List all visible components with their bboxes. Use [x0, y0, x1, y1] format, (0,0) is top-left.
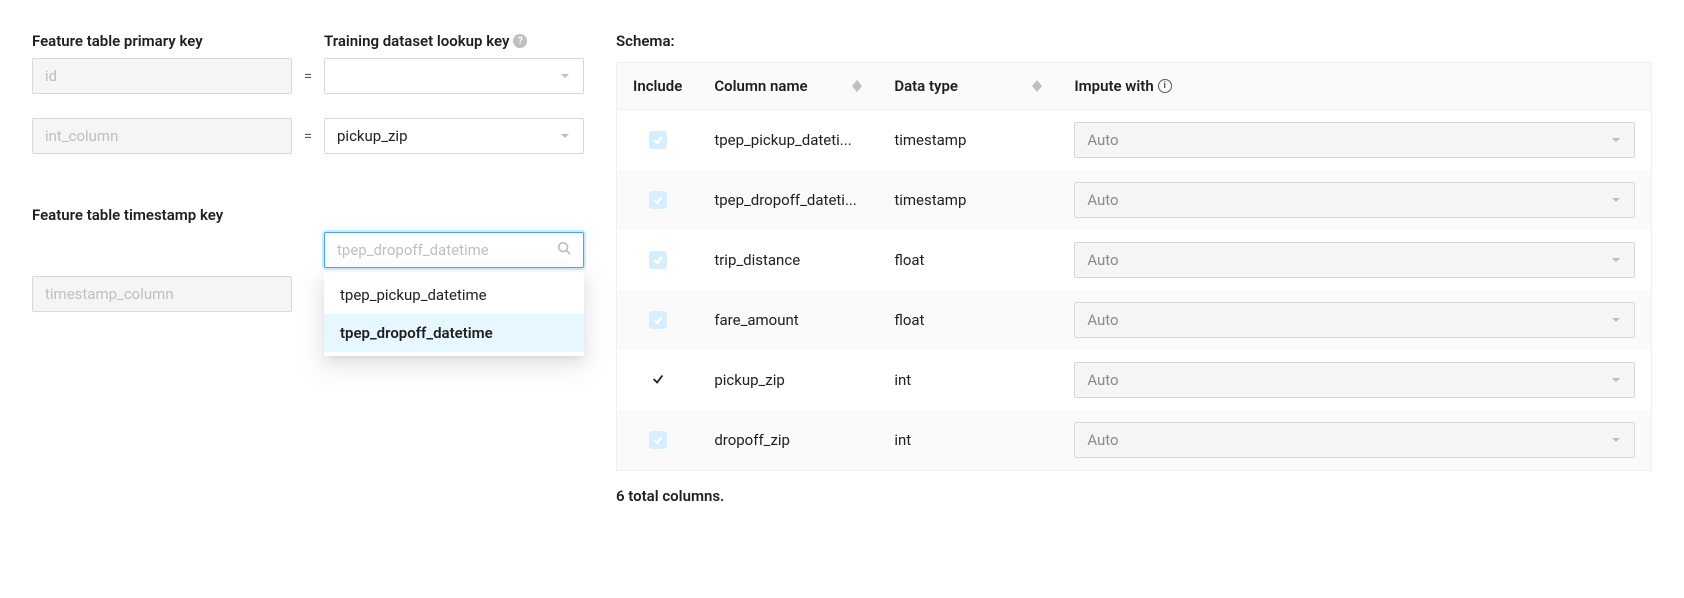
- schema-panel: Schema: Include Column name: [616, 32, 1652, 505]
- column-name-cell: trip_distance: [698, 230, 878, 290]
- impute-select[interactable]: Auto: [1074, 362, 1635, 398]
- impute-value: Auto: [1087, 131, 1118, 149]
- chevron-down-icon: [1610, 254, 1622, 266]
- chevron-down-icon: [559, 70, 571, 82]
- impute-select[interactable]: Auto: [1074, 302, 1635, 338]
- lookup-key-label-text: Training dataset lookup key: [324, 32, 509, 50]
- table-row: trip_distancefloat Auto: [617, 230, 1652, 290]
- lookup-key-select-1[interactable]: [324, 58, 584, 94]
- column-name-cell: pickup_zip: [698, 350, 878, 410]
- chevron-down-icon: [1610, 314, 1622, 326]
- timestamp-lookup-search[interactable]: tpep_dropoff_datetime: [324, 232, 584, 268]
- info-icon[interactable]: i: [1158, 79, 1172, 93]
- impute-value: Auto: [1087, 311, 1118, 329]
- include-cell[interactable]: [617, 290, 699, 350]
- lookup-key-label: Training dataset lookup key ?: [324, 32, 584, 50]
- schema-table: Include Column name Data: [616, 62, 1652, 471]
- timestamp-lookup-search-text: tpep_dropoff_datetime: [337, 241, 489, 259]
- include-cell[interactable]: [617, 230, 699, 290]
- checkbox-checked-icon: [649, 251, 667, 269]
- th-include: Include: [617, 63, 699, 110]
- include-cell[interactable]: [617, 110, 699, 171]
- chevron-down-icon: [1610, 134, 1622, 146]
- table-row: fare_amountfloat Auto: [617, 290, 1652, 350]
- primary-key-input-2: int_column: [32, 118, 292, 154]
- dropdown-option-1[interactable]: tpep_dropoff_datetime: [324, 314, 584, 352]
- heading-row-2: Feature table timestamp key: [32, 206, 592, 224]
- heading-row-1: Feature table primary key Training datas…: [32, 32, 592, 50]
- dropdown-option-0[interactable]: tpep_pickup_datetime: [324, 276, 584, 314]
- impute-cell: Auto: [1058, 350, 1651, 410]
- feature-mapping-panel: Feature table primary key Training datas…: [32, 32, 592, 505]
- checkbox-checked-icon: [649, 131, 667, 149]
- checkbox-checked-icon: [649, 431, 667, 449]
- timestamp-key-input-text: timestamp_column: [45, 285, 174, 303]
- column-name-cell: tpep_dropoff_dateti...: [698, 170, 878, 230]
- impute-value: Auto: [1087, 191, 1118, 209]
- include-cell[interactable]: [617, 170, 699, 230]
- mapping-row-2: int_column = pickup_zip: [32, 118, 592, 154]
- data-type-cell: timestamp: [878, 110, 1058, 171]
- primary-key-input-1: id: [32, 58, 292, 94]
- data-type-cell: int: [878, 410, 1058, 471]
- mapping-row-3: timestamp_column tpep_dropoff_datetime t…: [32, 232, 592, 356]
- sort-icon: [852, 80, 862, 92]
- impute-cell: Auto: [1058, 110, 1651, 171]
- chevron-down-icon: [559, 130, 571, 142]
- data-type-cell: float: [878, 230, 1058, 290]
- table-row: pickup_zipint Auto: [617, 350, 1652, 410]
- lookup-key-select-2-value: pickup_zip: [337, 127, 408, 145]
- table-row: dropoff_zipint Auto: [617, 410, 1652, 471]
- impute-select[interactable]: Auto: [1074, 182, 1635, 218]
- data-type-cell: timestamp: [878, 170, 1058, 230]
- sort-icon: [1032, 80, 1042, 92]
- impute-cell: Auto: [1058, 230, 1651, 290]
- impute-select[interactable]: Auto: [1074, 122, 1635, 158]
- impute-value: Auto: [1087, 371, 1118, 389]
- help-icon[interactable]: ?: [513, 34, 527, 48]
- th-data-type[interactable]: Data type: [878, 63, 1058, 110]
- impute-value: Auto: [1087, 431, 1118, 449]
- chevron-down-icon: [1610, 194, 1622, 206]
- search-icon: [557, 241, 571, 259]
- equals-sign: =: [292, 67, 324, 85]
- impute-select[interactable]: Auto: [1074, 422, 1635, 458]
- mapping-row-1: id =: [32, 58, 592, 94]
- primary-key-input-1-text: id: [45, 67, 57, 85]
- include-cell[interactable]: [617, 350, 699, 410]
- data-type-cell: int: [878, 350, 1058, 410]
- lookup-key-select-2[interactable]: pickup_zip: [324, 118, 584, 154]
- th-column-name[interactable]: Column name: [698, 63, 878, 110]
- impute-select[interactable]: Auto: [1074, 242, 1635, 278]
- primary-key-label: Feature table primary key: [32, 32, 292, 50]
- checkbox-checked-icon: [649, 191, 667, 209]
- checkbox-checked-icon: [649, 311, 667, 329]
- timestamp-key-input: timestamp_column: [32, 276, 292, 312]
- chevron-down-icon: [1610, 434, 1622, 446]
- data-type-cell: float: [878, 290, 1058, 350]
- column-name-cell: tpep_pickup_dateti...: [698, 110, 878, 171]
- timestamp-key-label: Feature table timestamp key: [32, 206, 292, 224]
- th-impute: Impute with i: [1058, 63, 1651, 110]
- total-columns-text: 6 total columns.: [616, 487, 1652, 505]
- column-name-cell: dropoff_zip: [698, 410, 878, 471]
- primary-key-input-2-text: int_column: [45, 127, 118, 145]
- column-name-cell: fare_amount: [698, 290, 878, 350]
- timestamp-dropdown: tpep_pickup_datetime tpep_dropoff_dateti…: [324, 272, 584, 356]
- impute-cell: Auto: [1058, 410, 1651, 471]
- chevron-down-icon: [1610, 374, 1622, 386]
- impute-cell: Auto: [1058, 290, 1651, 350]
- table-row: tpep_dropoff_dateti...timestamp Auto: [617, 170, 1652, 230]
- table-row: tpep_pickup_dateti...timestamp Auto: [617, 110, 1652, 171]
- impute-value: Auto: [1087, 251, 1118, 269]
- include-cell[interactable]: [617, 410, 699, 471]
- schema-title: Schema:: [616, 32, 1652, 50]
- equals-sign: =: [292, 127, 324, 145]
- impute-cell: Auto: [1058, 170, 1651, 230]
- checkmark-icon: [649, 370, 667, 388]
